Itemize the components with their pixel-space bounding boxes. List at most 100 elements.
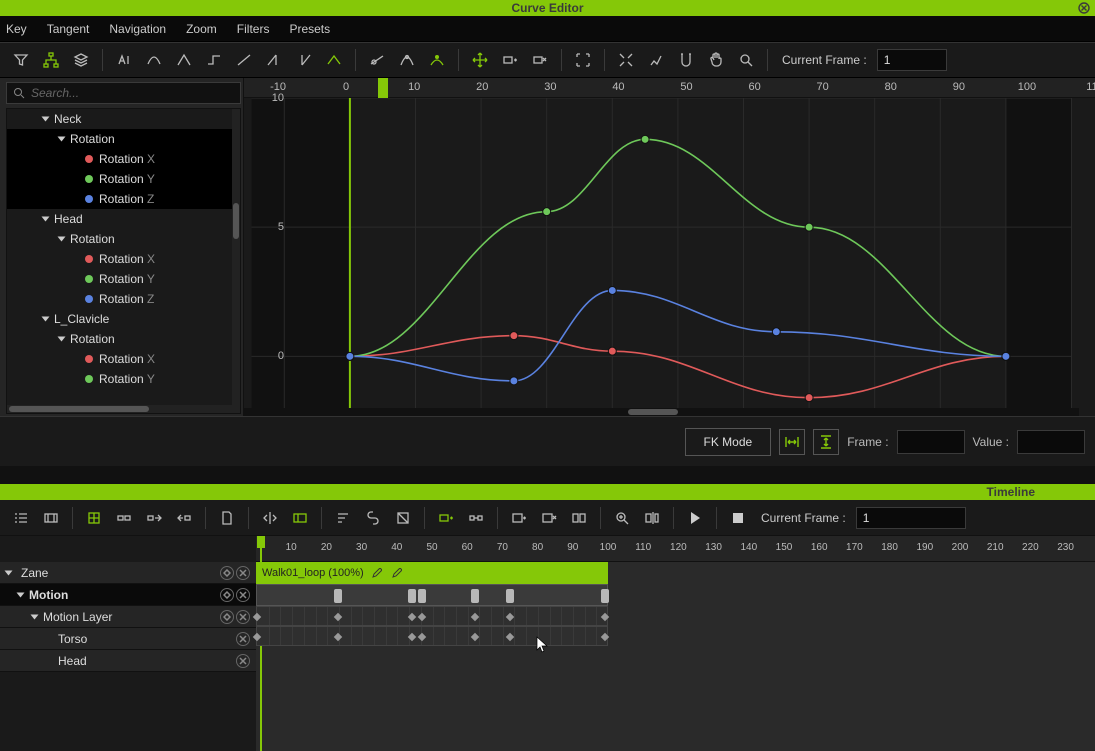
expand-icon[interactable] [42, 317, 50, 322]
tree-item[interactable]: Rotation [7, 329, 232, 349]
tree-item[interactable]: Rotation Y [7, 369, 232, 389]
tree-item[interactable]: Rotation [7, 129, 232, 149]
remove-icon[interactable] [236, 566, 250, 580]
play-button[interactable] [682, 505, 708, 531]
motion-layer-track[interactable] [256, 584, 608, 606]
show-keys-icon[interactable] [424, 47, 450, 73]
hierarchy-tree[interactable]: NeckRotationRotation XRotation YRotation… [6, 108, 241, 414]
tree-item[interactable]: Rotation Z [7, 189, 232, 209]
keyframe[interactable] [601, 589, 609, 603]
tl-addtrack-icon[interactable] [506, 505, 532, 531]
tree-item[interactable]: Rotation Z [7, 289, 232, 309]
layers-icon[interactable] [68, 47, 94, 73]
menu-navigation[interactable]: Navigation [109, 22, 166, 36]
tl-addkey-icon[interactable] [433, 505, 459, 531]
remove-icon[interactable] [236, 632, 250, 646]
key-diamond[interactable] [334, 613, 342, 621]
key-diamond[interactable] [471, 633, 479, 641]
fk-mode-button[interactable]: FK Mode [685, 428, 772, 456]
frame-input[interactable] [897, 430, 965, 454]
tree-item[interactable]: L_Clavicle [7, 309, 232, 329]
pencil-icon[interactable] [370, 566, 384, 580]
key-tool-icon[interactable] [364, 47, 390, 73]
expand-icon[interactable] [5, 570, 13, 575]
tree-scrollbar-v[interactable] [232, 109, 240, 413]
timeline-ruler[interactable]: 1020304050607080901001101201301401501601… [256, 536, 1095, 562]
tl-deltrack-icon[interactable] [536, 505, 562, 531]
normalize-icon[interactable] [643, 47, 669, 73]
tangent-break-icon[interactable] [321, 47, 347, 73]
tl-ripple-icon[interactable] [111, 505, 137, 531]
torso-track[interactable] [256, 606, 608, 626]
fit-vertical-icon[interactable] [813, 429, 839, 455]
tangent-spline-icon[interactable] [141, 47, 167, 73]
graph-scrollbar-v[interactable] [1079, 98, 1095, 408]
menu-filters[interactable]: Filters [237, 22, 270, 36]
graph-playhead[interactable] [378, 78, 388, 98]
key-diamond[interactable] [471, 613, 479, 621]
tangent-in-icon[interactable] [261, 47, 287, 73]
tree-item[interactable]: Rotation X [7, 349, 232, 369]
add-key-icon[interactable] [497, 47, 523, 73]
key-diamond[interactable] [601, 613, 609, 621]
track-motion[interactable]: Motion [0, 584, 256, 606]
motion-clip[interactable]: Walk01_loop (100%) [256, 562, 608, 584]
tl-split-icon[interactable] [566, 505, 592, 531]
tl-snap-icon[interactable] [81, 505, 107, 531]
keyframe[interactable] [418, 589, 426, 603]
keyframe[interactable] [506, 589, 514, 603]
tl-doc-icon[interactable] [214, 505, 240, 531]
key-diamond[interactable] [418, 613, 426, 621]
snap-icon[interactable] [673, 47, 699, 73]
expand-icon[interactable] [31, 614, 39, 619]
frame-selected-icon[interactable] [613, 47, 639, 73]
keyframe[interactable] [334, 589, 342, 603]
tangent-out-icon[interactable] [291, 47, 317, 73]
tangent-linear-icon[interactable] [171, 47, 197, 73]
expand-icon[interactable] [58, 337, 66, 342]
tl-list-icon[interactable] [8, 505, 34, 531]
tree-item[interactable]: Rotation X [7, 249, 232, 269]
menu-zoom[interactable]: Zoom [186, 22, 217, 36]
tree-scrollbar-h[interactable] [7, 405, 232, 413]
key-diamond[interactable] [334, 633, 342, 641]
hierarchy-icon[interactable] [38, 47, 64, 73]
search-box[interactable] [6, 82, 241, 104]
pencil-icon[interactable] [390, 566, 404, 580]
expand-icon[interactable] [17, 592, 25, 597]
track-zane[interactable]: Zane [0, 562, 256, 584]
filter-icon[interactable] [8, 47, 34, 73]
tl-mirror-icon[interactable] [257, 505, 283, 531]
visibility-icon[interactable] [220, 588, 234, 602]
current-frame-input[interactable] [877, 49, 947, 71]
graph-area[interactable]: -100102030405060708090100110 0510 [244, 78, 1095, 416]
tree-item[interactable]: Rotation Y [7, 269, 232, 289]
region-zoom-icon[interactable] [733, 47, 759, 73]
track-head[interactable]: Head [0, 650, 256, 672]
tl-fit-icon[interactable] [639, 505, 665, 531]
key-diamond[interactable] [601, 633, 609, 641]
timeline-canvas[interactable]: 1020304050607080901001101201301401501601… [256, 536, 1095, 751]
track-motion-layer[interactable]: Motion Layer [0, 606, 256, 628]
tangent-auto-icon[interactable] [111, 47, 137, 73]
stop-button[interactable] [725, 505, 751, 531]
tangent-flat-icon[interactable] [231, 47, 257, 73]
tl-sort-icon[interactable] [330, 505, 356, 531]
menu-presets[interactable]: Presets [289, 22, 330, 36]
remove-icon[interactable] [236, 654, 250, 668]
close-button[interactable] [1077, 1, 1091, 15]
visibility-icon[interactable] [220, 566, 234, 580]
tl-linkkey-icon[interactable] [463, 505, 489, 531]
expand-icon[interactable] [58, 137, 66, 142]
tl-current-frame-input[interactable] [856, 507, 966, 529]
value-input[interactable] [1017, 430, 1085, 454]
tl-marker-icon[interactable] [390, 505, 416, 531]
frame-all-icon[interactable] [570, 47, 596, 73]
move-tool-icon[interactable] [467, 47, 493, 73]
keyframe[interactable] [471, 589, 479, 603]
key-diamond[interactable] [418, 633, 426, 641]
tl-range-icon[interactable] [287, 505, 313, 531]
curve-canvas[interactable] [244, 98, 1079, 408]
expand-icon[interactable] [42, 217, 50, 222]
keyframe[interactable] [408, 589, 416, 603]
